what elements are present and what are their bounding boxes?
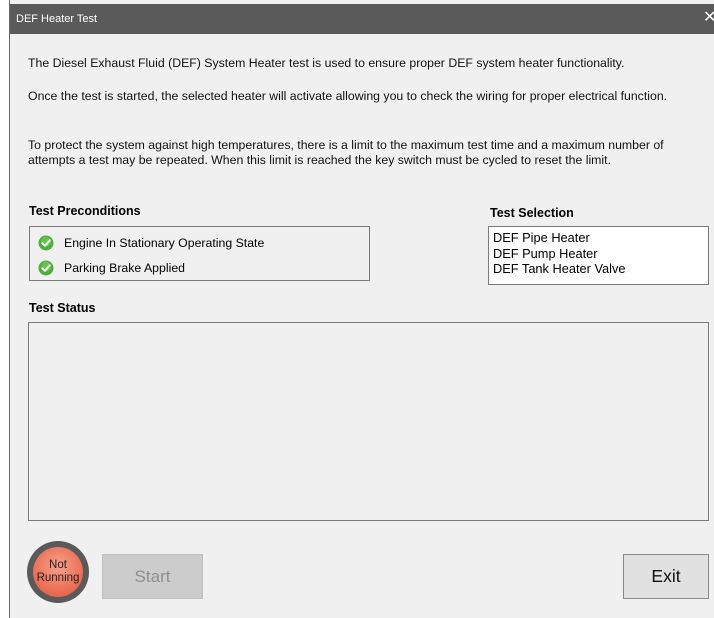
close-icon[interactable]: ✕: [703, 8, 714, 28]
exit-button[interactable]: Exit: [623, 554, 709, 599]
check-circle-icon: [38, 235, 54, 251]
check-circle-icon: [38, 260, 54, 276]
test-status-heading: Test Status: [29, 301, 96, 315]
precondition-label: Engine In Stationary Operating State: [64, 236, 265, 250]
test-selection-list[interactable]: DEF Pipe Heater DEF Pump Heater DEF Tank…: [488, 226, 709, 285]
indicator-text-line2: Running: [36, 572, 80, 584]
precondition-item: Engine In Stationary Operating State: [38, 234, 264, 252]
title-bar: DEF Heater Test ✕: [10, 4, 714, 34]
def-heater-test-window: DEF Heater Test ✕ The Diesel Exhaust Flu…: [9, 0, 714, 618]
test-status-log: [28, 322, 709, 521]
test-option-def-pipe-heater[interactable]: DEF Pipe Heater: [493, 230, 708, 246]
test-option-def-pump-heater[interactable]: DEF Pump Heater: [493, 246, 708, 262]
window-title: DEF Heater Test: [16, 13, 98, 25]
precondition-label: Parking Brake Applied: [64, 261, 185, 275]
description-paragraph-3: To protect the system against high tempe…: [28, 138, 664, 167]
preconditions-heading: Test Preconditions: [29, 204, 141, 218]
running-status-indicator: Not Running: [27, 541, 89, 603]
start-button[interactable]: Start: [102, 554, 203, 599]
indicator-text-line1: Not: [49, 559, 67, 571]
precondition-item: Parking Brake Applied: [38, 259, 185, 277]
status-indicator-lamp: Not Running: [33, 547, 83, 597]
test-option-def-tank-heater-valve[interactable]: DEF Tank Heater Valve: [493, 261, 708, 277]
test-selection-heading: Test Selection: [490, 206, 574, 220]
description-paragraph-2: Once the test is started, the selected h…: [28, 89, 668, 103]
preconditions-panel: Engine In Stationary Operating State Par…: [29, 226, 370, 281]
description-paragraph-1: The Diesel Exhaust Fluid (DEF) System He…: [28, 56, 625, 70]
